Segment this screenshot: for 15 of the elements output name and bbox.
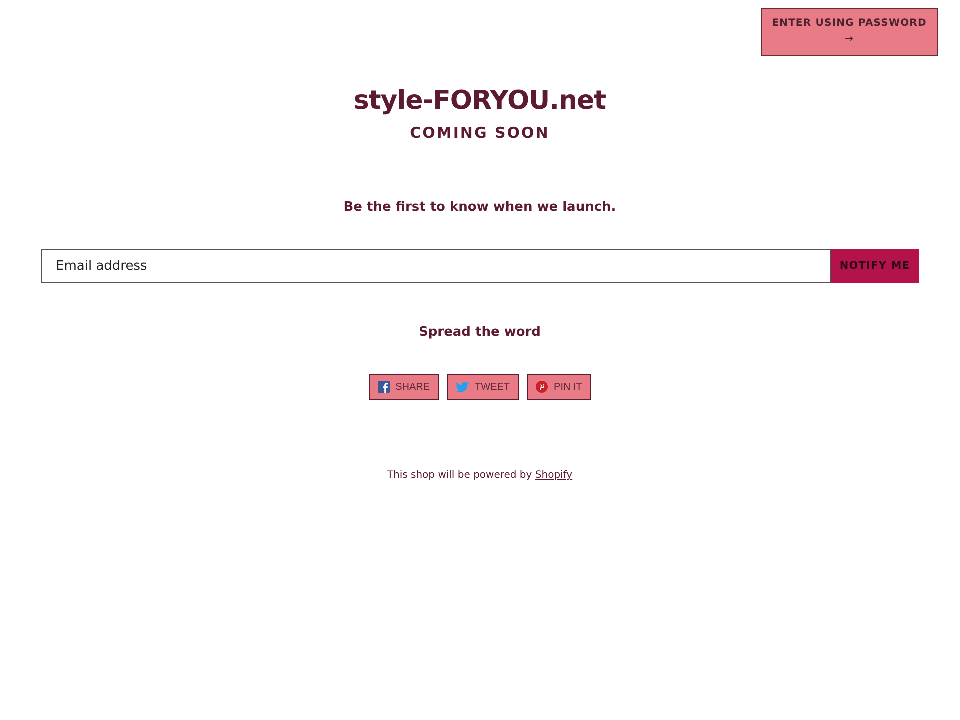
bird-icon bbox=[456, 382, 470, 392]
share-heading: Spread the word bbox=[419, 325, 541, 340]
pinterest-icon bbox=[536, 381, 548, 393]
facebook-icon bbox=[378, 381, 390, 393]
email-field[interactable]: Email address bbox=[41, 249, 831, 283]
notify-button[interactable]: NOTIFY ME bbox=[831, 249, 919, 283]
shopify-link[interactable]: Shopify bbox=[535, 470, 573, 481]
coming-soon-subtitle: COMING SOON bbox=[410, 124, 550, 142]
footer-text: This shop will be powered by Shopify bbox=[387, 470, 573, 481]
enter-password-button[interactable]: ENTER USING PASSWORD → bbox=[761, 8, 938, 56]
share-button[interactable]: PIN IT bbox=[527, 374, 592, 400]
site-title: style-FORYOU.net bbox=[354, 86, 606, 116]
share-button[interactable]: TWEET bbox=[447, 374, 520, 400]
intro-text: Be the first to know when we launch. bbox=[344, 200, 616, 215]
share-button[interactable]: SHARE bbox=[368, 374, 440, 400]
